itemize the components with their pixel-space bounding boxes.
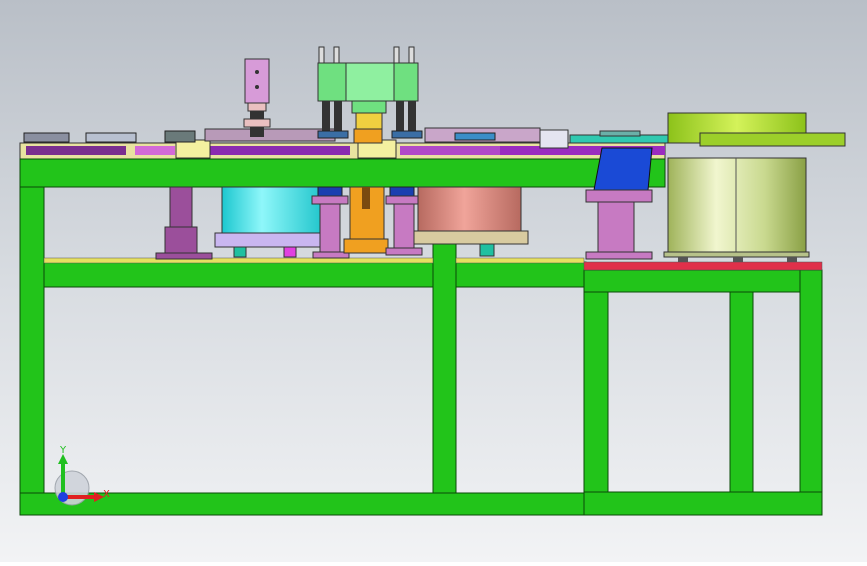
x-axis-label: X	[103, 489, 110, 500]
y-axis-label: Y	[59, 445, 67, 456]
middle-rail-right	[455, 257, 585, 264]
cad-viewport[interactable]: Y X	[0, 0, 867, 562]
cyan-cylinder	[214, 186, 328, 258]
press-head-left	[243, 58, 271, 137]
middle-rail-left	[43, 257, 434, 264]
assembly-drawing: Y X	[0, 0, 867, 562]
orange-ejector	[343, 186, 389, 254]
red-base-plate	[583, 261, 823, 271]
z-axis-origin	[58, 492, 68, 502]
